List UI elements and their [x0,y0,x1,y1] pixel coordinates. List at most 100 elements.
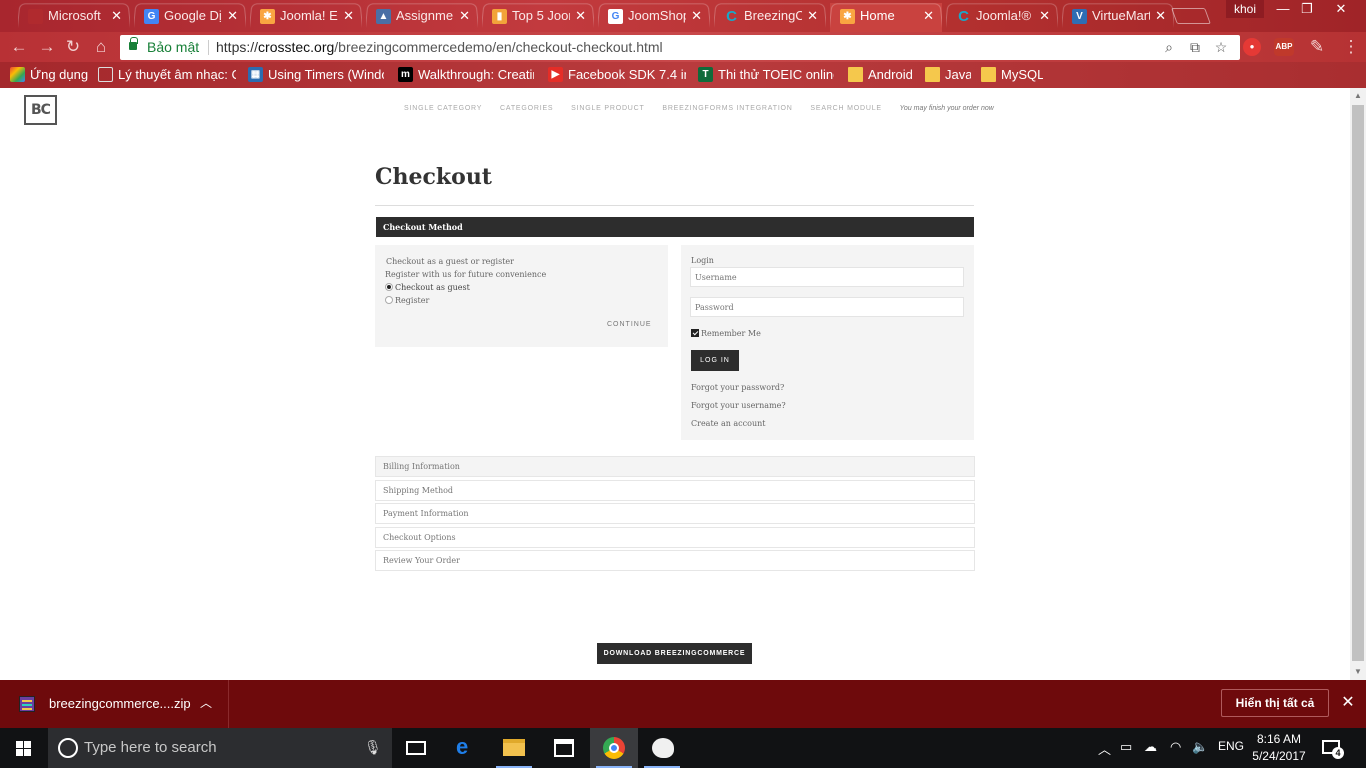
tab-joomla-extensions[interactable]: ✱ Joomla! Extensions ✕ [250,3,362,32]
close-tab-icon[interactable]: ✕ [459,3,470,29]
adblock-plus-icon[interactable]: ABP [1274,38,1294,56]
chevron-up-icon[interactable]: ︿ [200,694,212,711]
step-review-your-order[interactable]: Review Your Order [375,550,975,571]
checkout-method-header[interactable]: Checkout Method [376,217,974,237]
bookmark-walkthrough[interactable]: m Walkthrough: Creating [398,66,534,84]
close-tab-icon[interactable]: ✕ [575,3,586,29]
tab-google-translate[interactable]: G Google Dịch ✕ [134,3,246,32]
maximize-button[interactable]: ❐ [1292,0,1322,18]
secure-label: Bảo mật [147,39,200,55]
paint-button[interactable] [638,728,686,768]
close-tab-icon[interactable]: ✕ [923,3,934,29]
task-view-button[interactable] [392,728,440,768]
close-shelf-icon[interactable]: ✕ [1339,692,1357,712]
volume-icon[interactable]: 🔈 [1192,739,1208,755]
nav-breezingforms-integration[interactable]: BREEZINGFORMS INTEGRATION [662,105,792,112]
bookmark-folder-mysql[interactable]: MySQL [981,66,1043,84]
tab-joomshopping[interactable]: G JoomShopping ✕ [598,3,710,32]
forgot-username-link[interactable]: Forgot your username? [691,401,786,410]
battery-icon[interactable]: ▭ [1120,739,1132,755]
download-file-name[interactable]: breezingcommerce....zip [49,696,191,711]
remember-me-checkbox[interactable] [691,329,699,337]
extension-icon[interactable]: ● [1243,38,1261,56]
register-label[interactable]: Register [395,296,429,305]
login-button[interactable]: LOG IN [691,350,739,371]
tab-label: Assignment [396,8,454,23]
close-tab-icon[interactable]: ✕ [691,3,702,29]
system-clock[interactable]: 8:16 AM 5/24/2017 [1248,731,1310,765]
nav-single-category[interactable]: SINGLE CATEGORY [404,105,482,112]
download-breezingcommerce-button[interactable]: DOWNLOAD BREEZINGCOMMERCE [597,643,752,664]
close-tab-icon[interactable]: ✕ [1039,3,1050,29]
star-icon[interactable]: ☆ [1212,35,1230,60]
tab-virtuemart[interactable]: V VirtueMart ✕ [1062,3,1174,32]
bookmark-music-theory[interactable]: Lý thuyết âm nhạc: CÁC [98,66,236,84]
tab-microsoft[interactable]: Microsoft ✕ [18,3,130,32]
store-button[interactable] [540,728,588,768]
checkout-as-guest-label[interactable]: Checkout as guest [395,283,470,292]
menu-icon[interactable]: ⋮ [1340,37,1362,57]
forward-icon[interactable]: → [36,37,58,57]
input-language[interactable]: ENG [1218,739,1244,753]
close-tab-icon[interactable]: ✕ [227,3,238,29]
nav-single-product[interactable]: SINGLE PRODUCT [571,105,644,112]
onedrive-icon[interactable]: ☁ [1144,739,1157,755]
tab-assignment[interactable]: ▲ Assignment ✕ [366,3,478,32]
bookmark-toeic[interactable]: T Thi thử TOEIC online [698,66,834,84]
download-item[interactable]: breezingcommerce....zip ︿ [0,680,229,728]
back-icon[interactable]: ← [8,37,30,57]
tab-strip: Microsoft ✕ G Google Dịch ✕ ✱ Joomla! Ex… [0,0,1366,32]
radio-register[interactable] [385,296,393,304]
scroll-thumb[interactable] [1352,105,1364,661]
scroll-down-icon[interactable]: ▼ [1350,664,1366,680]
chrome-button[interactable] [590,728,638,768]
zoom-icon[interactable]: ⌕ [1160,35,1178,60]
nav-search-module[interactable]: SEARCH MODULE [810,105,881,112]
step-shipping-method[interactable]: Shipping Method [375,480,975,501]
address-bar[interactable]: Bảo mật https://crosstec.org/breezingcom… [120,35,1240,60]
wifi-icon[interactable]: ◠ [1170,739,1181,755]
tools-icon[interactable]: ✎ [1306,37,1328,57]
username-input[interactable] [690,267,964,287]
page-scrollbar[interactable]: ▲ ▼ [1350,88,1366,680]
bookmark-using-timers[interactable]: ▦ Using Timers (Windows [248,66,384,84]
continue-button[interactable]: CONTINUE [607,321,652,328]
step-billing-information[interactable]: Billing Information [375,456,975,477]
tab-home[interactable]: ✱ Home ✕ [830,3,942,32]
bookmark-folder-java[interactable]: Java [925,66,971,84]
tab-top5-joomla[interactable]: ▮ Top 5 Joomla ✕ [482,3,594,32]
close-tab-icon[interactable]: ✕ [807,3,818,29]
bookmark-apps[interactable]: Ứng dụng [10,66,92,84]
home-icon[interactable]: ⌂ [90,37,112,57]
translate-icon[interactable]: ⧉ [1186,35,1204,60]
tab-joomla-registered[interactable]: C Joomla!® ✕ [946,3,1058,32]
file-explorer-button[interactable] [490,728,538,768]
bookmark-facebook-sdk[interactable]: ▶ Facebook SDK 7.4 in U [548,66,686,84]
close-tab-icon[interactable]: ✕ [1155,3,1166,29]
step-payment-information[interactable]: Payment Information [375,503,975,524]
bookmark-folder-android[interactable]: Android [848,66,914,84]
show-all-downloads-button[interactable]: Hiển thị tất cả [1221,689,1329,717]
close-window-button[interactable]: ✕ [1326,0,1356,18]
start-button[interactable] [0,728,48,768]
action-center-button[interactable]: 4 [1322,738,1344,759]
tab-breezingcommerce[interactable]: C BreezingCommerce ✕ [714,3,826,32]
password-input[interactable] [690,297,964,317]
close-tab-icon[interactable]: ✕ [343,3,354,29]
nav-categories[interactable]: CATEGORIES [500,105,553,112]
site-logo[interactable]: BC [24,95,57,125]
profile-button[interactable]: khoi [1226,0,1264,18]
forgot-password-link[interactable]: Forgot your password? [691,383,784,392]
remember-me-label[interactable]: Remember Me [701,329,761,338]
taskbar-search-box[interactable]: Type here to search 🎙 [48,728,392,768]
step-checkout-options[interactable]: Checkout Options [375,527,975,548]
close-tab-icon[interactable]: ✕ [111,3,122,29]
new-tab-button[interactable] [1171,8,1211,24]
create-account-link[interactable]: Create an account [691,419,765,428]
show-hidden-icons-icon[interactable]: ︿ [1098,739,1111,758]
scroll-up-icon[interactable]: ▲ [1350,88,1366,104]
radio-checkout-as-guest[interactable] [385,283,393,291]
microphone-icon[interactable]: 🎙 [364,739,382,756]
edge-button[interactable]: e [442,728,490,768]
reload-icon[interactable]: ↻ [62,37,84,57]
